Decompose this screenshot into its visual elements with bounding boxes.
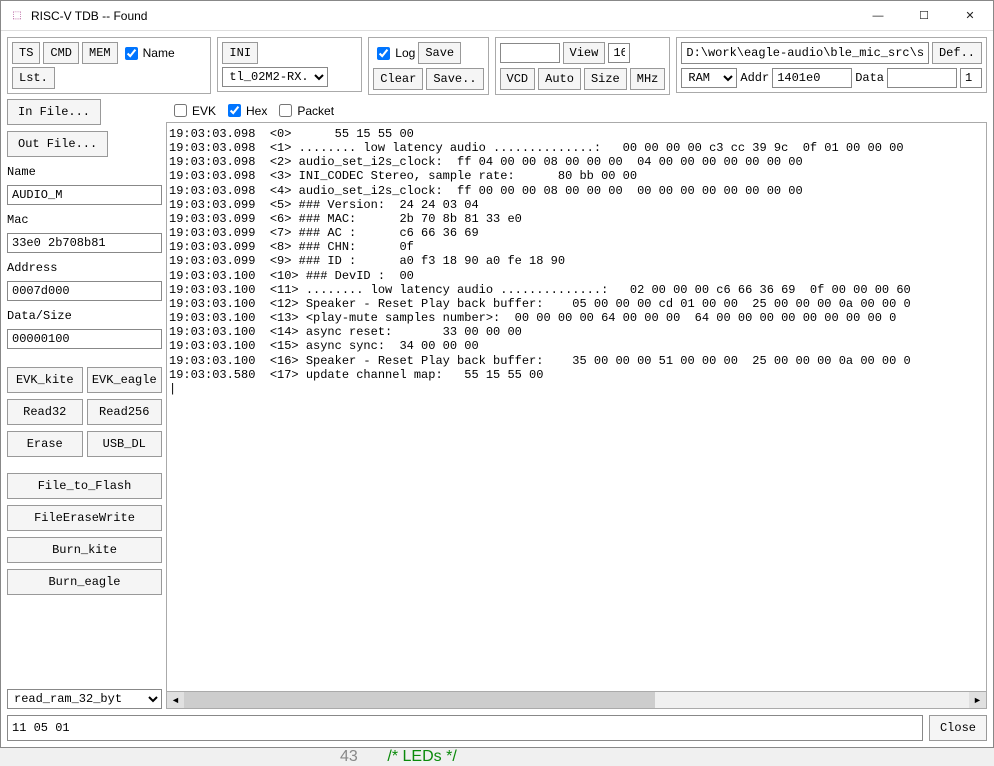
evk-checkbox[interactable]: EVK — [170, 101, 216, 120]
ini-button[interactable]: INI — [222, 42, 258, 64]
code-comment: /* LEDs */ — [387, 748, 456, 765]
close-window-button[interactable]: ✕ — [947, 1, 993, 31]
evk-kite-button[interactable]: EVK_kite — [7, 367, 83, 393]
data-input[interactable] — [887, 68, 957, 88]
log-hscrollbar[interactable]: ◄ ► — [166, 692, 987, 709]
hex-checkbox[interactable]: Hex — [224, 101, 267, 120]
bottom-row: Close — [7, 713, 987, 741]
out-file-button[interactable]: Out File... — [7, 131, 108, 157]
group-view: View VCD Auto Size MHz — [495, 37, 671, 95]
burn-kite-button[interactable]: Burn_kite — [7, 537, 162, 563]
read-ram-combo[interactable]: read_ram_32_byt — [7, 689, 162, 709]
name-checkbox[interactable]: Name — [121, 44, 175, 63]
ts-button[interactable]: TS — [12, 42, 40, 64]
mem-button[interactable]: MEM — [82, 42, 118, 64]
burn-eagle-button[interactable]: Burn_eagle — [7, 569, 162, 595]
clear-button[interactable]: Clear — [373, 68, 423, 90]
save2-button[interactable]: Save.. — [426, 68, 483, 90]
auto-button[interactable]: Auto — [538, 68, 581, 90]
main-row: In File... Out File... Name Mac Address … — [7, 99, 987, 709]
in-file-button[interactable]: In File... — [7, 99, 101, 125]
size-button[interactable]: Size — [584, 68, 627, 90]
usb-dl-button[interactable]: USB_DL — [87, 431, 163, 457]
app-window: ⬚ RISC-V TDB -- Found — ☐ ✕ TS CMD MEM N… — [0, 0, 994, 748]
line-number: 43 — [340, 748, 358, 765]
group-path: Def.. RAM Addr Data — [676, 37, 987, 93]
evk-eagle-button[interactable]: EVK_eagle — [87, 367, 163, 393]
lst-button[interactable]: Lst. — [12, 67, 55, 89]
app-icon: ⬚ — [9, 8, 25, 24]
path-input[interactable] — [681, 42, 929, 64]
log-text[interactable]: 19:03:03.098 <0> 55 15 55 00 19:03:03.09… — [166, 122, 987, 692]
mhz-button[interactable]: MHz — [630, 68, 666, 90]
content-area: TS CMD MEM Name Lst. INI tl_02M2-RX.i Lo… — [1, 31, 993, 747]
save-button[interactable]: Save — [418, 42, 461, 64]
data-label: Data — [855, 71, 884, 85]
packet-checkbox[interactable]: Packet — [275, 101, 334, 120]
view-num-input[interactable] — [608, 43, 630, 63]
address-label: Address — [7, 261, 162, 275]
scroll-right-icon[interactable]: ► — [969, 692, 986, 708]
group-ini: INI tl_02M2-RX.i — [217, 37, 362, 92]
scroll-track[interactable] — [184, 692, 969, 708]
view-blank-input[interactable] — [500, 43, 560, 63]
def-button[interactable]: Def.. — [932, 42, 982, 64]
group-log: Log Save Clear Save.. — [368, 37, 488, 95]
sidebar: In File... Out File... Name Mac Address … — [7, 99, 162, 709]
close-button[interactable]: Close — [929, 715, 987, 741]
file-to-flash-button[interactable]: File_to_Flash — [7, 473, 162, 499]
titlebar: ⬚ RISC-V TDB -- Found — ☐ ✕ — [1, 1, 993, 31]
mac-label: Mac — [7, 213, 162, 227]
log-checkbox[interactable]: Log — [373, 44, 415, 63]
toolbar-row-1: TS CMD MEM Name Lst. INI tl_02M2-RX.i Lo… — [7, 37, 987, 95]
read32-button[interactable]: Read32 — [7, 399, 83, 425]
view-button[interactable]: View — [563, 42, 606, 64]
log-check-row: EVK Hex Packet — [166, 99, 987, 122]
address-input[interactable] — [7, 281, 162, 301]
name-label: Name — [7, 165, 162, 179]
file-erase-write-button[interactable]: FileEraseWrite — [7, 505, 162, 531]
name-input[interactable] — [7, 185, 162, 205]
maximize-button[interactable]: ☐ — [901, 1, 947, 31]
command-input[interactable] — [7, 715, 923, 741]
addr-input[interactable] — [772, 68, 852, 88]
group-mode: TS CMD MEM Name Lst. — [7, 37, 211, 94]
log-area: EVK Hex Packet 19:03:03.098 <0> 55 15 55… — [166, 99, 987, 709]
mac-input[interactable] — [7, 233, 162, 253]
addr-label: Addr — [740, 71, 769, 85]
code-below: 43 /* LEDs */ — [340, 748, 457, 766]
scroll-thumb[interactable] — [184, 692, 655, 708]
cmd-button[interactable]: CMD — [43, 42, 79, 64]
minimize-button[interactable]: — — [855, 1, 901, 31]
scroll-left-icon[interactable]: ◄ — [167, 692, 184, 708]
datasize-input[interactable] — [7, 329, 162, 349]
ram-select[interactable]: RAM — [681, 68, 737, 88]
ini-combo[interactable]: tl_02M2-RX.i — [222, 67, 328, 87]
datasize-label: Data/Size — [7, 309, 162, 323]
vcd-button[interactable]: VCD — [500, 68, 536, 90]
n-input[interactable] — [960, 68, 982, 88]
erase-button[interactable]: Erase — [7, 431, 83, 457]
window-title: RISC-V TDB -- Found — [31, 9, 855, 23]
read256-button[interactable]: Read256 — [87, 399, 163, 425]
